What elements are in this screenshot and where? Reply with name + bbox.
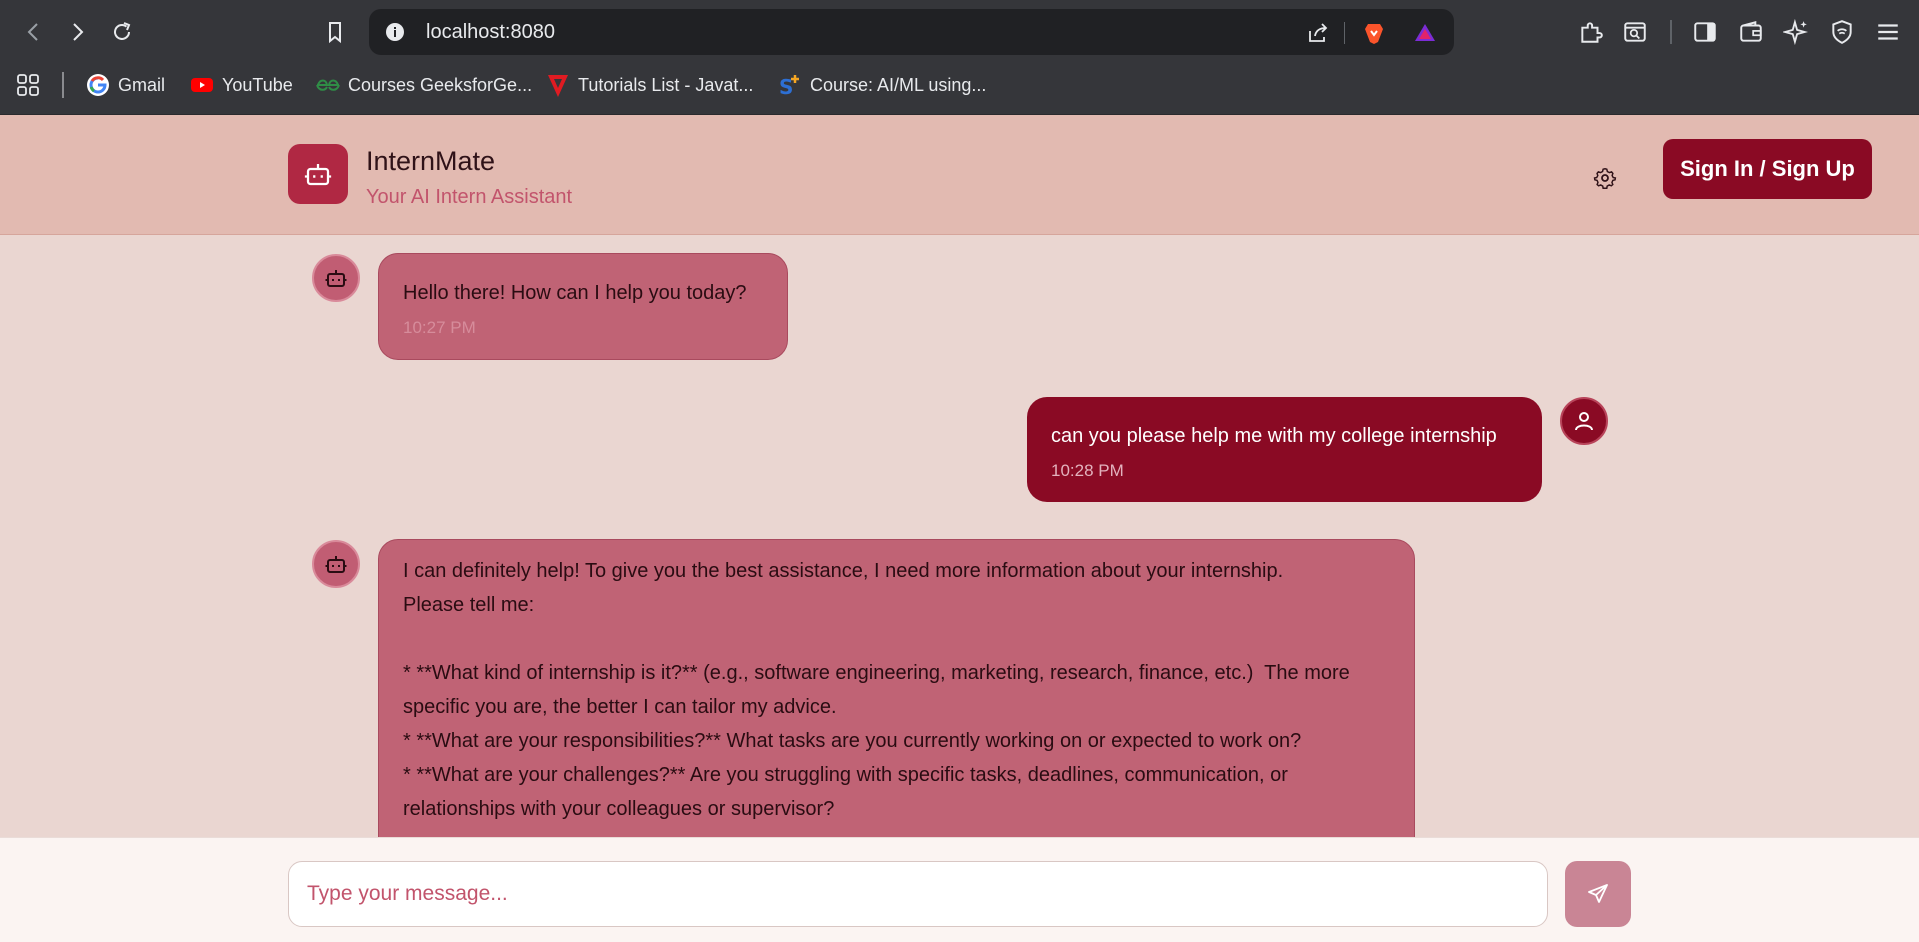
- search-window-icon: [1624, 22, 1646, 42]
- chevron-left-icon: [27, 23, 38, 41]
- bookmark-geeksforgeeks[interactable]: Courses GeeksforGe...: [316, 72, 532, 98]
- message-text: can you please help me with my college i…: [1051, 425, 1497, 447]
- sign-in-button[interactable]: Sign In / Sign Up: [1663, 139, 1872, 199]
- bot-avatar: [312, 254, 360, 302]
- bot-avatar: [312, 540, 360, 588]
- sparkle-icon: [1783, 19, 1809, 45]
- bookmark-course[interactable]: S Course: AI/ML using...: [778, 72, 986, 98]
- url-separator: [1344, 22, 1345, 44]
- javatpoint-icon: [546, 73, 570, 97]
- share-icon: [1309, 23, 1328, 42]
- message-input[interactable]: [288, 861, 1548, 927]
- gear-icon: [1593, 168, 1617, 190]
- user-avatar: [1560, 397, 1608, 445]
- vpn-button[interactable]: [1828, 18, 1856, 46]
- chevron-right-icon: [73, 23, 84, 41]
- reload-button[interactable]: [102, 12, 142, 52]
- bookmark-page-button[interactable]: [315, 12, 355, 52]
- hamburger-menu-icon: [1878, 24, 1898, 40]
- send-icon: [1588, 884, 1608, 903]
- user-icon: [1575, 412, 1593, 431]
- robot-icon: [304, 164, 332, 186]
- bot-message: Hello there! How can I help you today? 1…: [378, 253, 788, 360]
- bookmarks-separator: [62, 72, 64, 98]
- reload-icon: [114, 22, 131, 40]
- geeksforgeeks-icon: [316, 73, 340, 97]
- apps-button[interactable]: [16, 72, 40, 98]
- bookmark-label: YouTube: [222, 74, 293, 95]
- wallet-button[interactable]: [1737, 18, 1765, 46]
- app-subtitle: Your AI Intern Assistant: [366, 186, 573, 208]
- url-text[interactable]: localhost:8080: [426, 21, 555, 44]
- shield-icon: [1832, 20, 1852, 44]
- bookmark-javatpoint[interactable]: Tutorials List - Javat...: [546, 72, 753, 98]
- bookmark-label: Tutorials List - Javat...: [578, 74, 754, 95]
- extensions-button[interactable]: [1577, 18, 1605, 46]
- message-text: Hello there! How can I help you today?: [403, 282, 747, 304]
- settings-button[interactable]: [1590, 163, 1620, 193]
- bookmark-youtube[interactable]: YouTube: [190, 72, 293, 98]
- toolbar-separator: [1670, 20, 1672, 44]
- google-icon: [86, 73, 110, 97]
- youtube-icon: [190, 73, 214, 97]
- apps-grid-icon: [16, 73, 40, 97]
- message-time: 10:27 PM: [403, 318, 476, 337]
- send-button[interactable]: [1565, 861, 1631, 927]
- brave-rewards-button[interactable]: [1412, 20, 1438, 46]
- browser-toolbar: localhost:8080: [0, 0, 1919, 64]
- info-icon[interactable]: [383, 20, 407, 44]
- brave-lion-icon: [1365, 24, 1383, 44]
- bookmark-gmail[interactable]: Gmail: [86, 72, 165, 98]
- robot-icon: [325, 270, 347, 287]
- leo-ai-button[interactable]: [1782, 18, 1810, 46]
- bookmark-label: Gmail: [118, 74, 166, 95]
- bookmark-label: Course: AI/ML using...: [810, 74, 987, 95]
- share-button[interactable]: [1305, 20, 1331, 46]
- robot-icon: [325, 556, 347, 573]
- sidebar-icon: [1694, 22, 1716, 42]
- address-bar[interactable]: localhost:8080: [369, 9, 1454, 55]
- tab-search-button[interactable]: [1621, 18, 1649, 46]
- message-time: 10:28 PM: [1051, 461, 1124, 480]
- bookmark-icon: [329, 22, 341, 44]
- puzzle-icon: [1581, 22, 1603, 43]
- app-title: InternMate: [366, 146, 496, 176]
- app-logo: [288, 144, 348, 204]
- forward-button[interactable]: [57, 12, 97, 52]
- sidebar-button[interactable]: [1691, 18, 1719, 46]
- wallet-icon: [1740, 20, 1762, 42]
- chat-area[interactable]: Hello there! How can I help you today? 1…: [0, 236, 1919, 837]
- user-message: can you please help me with my college i…: [1027, 397, 1542, 502]
- bookmark-label: Courses GeeksforGe...: [348, 74, 533, 95]
- course-icon: S: [778, 73, 802, 97]
- back-button[interactable]: [14, 12, 54, 52]
- bot-message: I can definitely help! To give you the b…: [378, 539, 1415, 837]
- rewards-triangle-icon: [1415, 24, 1435, 41]
- brave-shields-button[interactable]: [1361, 20, 1387, 46]
- message-text: I can definitely help! To give you the b…: [403, 560, 1350, 820]
- menu-button[interactable]: [1874, 18, 1902, 46]
